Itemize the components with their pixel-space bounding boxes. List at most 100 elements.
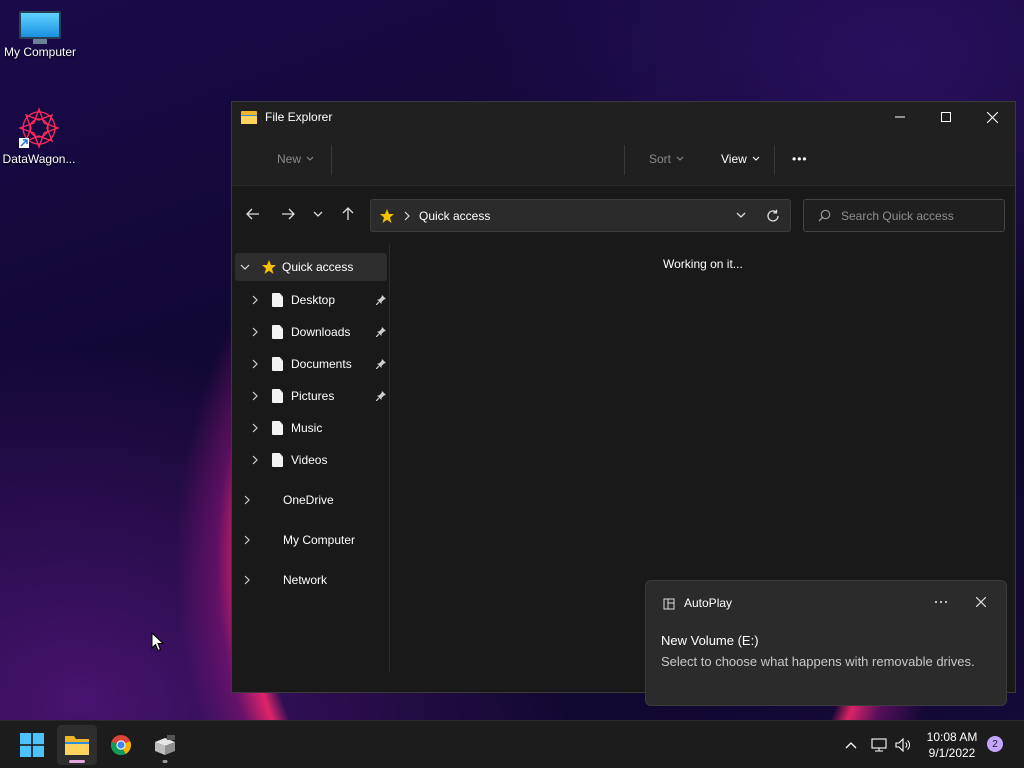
nav-item-label: Quick access (282, 260, 354, 274)
arrow-right-icon (282, 208, 295, 220)
start-button[interactable] (12, 725, 52, 765)
notification-heading: New Volume (E:) (661, 633, 759, 648)
notification-options-button[interactable] (930, 593, 952, 611)
volume-button[interactable] (892, 733, 914, 757)
arrow-up-icon (342, 207, 354, 220)
recent-locations-button[interactable] (304, 201, 332, 227)
active-indicator (69, 760, 85, 763)
nav-item-onedrive[interactable]: OneDrive (232, 486, 390, 514)
back-button[interactable] (239, 201, 267, 227)
toolbar-divider (774, 145, 775, 175)
mandala-shortcut-icon (18, 107, 60, 149)
pin-icon (376, 295, 386, 305)
nav-item-my-computer[interactable]: My Computer (232, 526, 390, 554)
search-box[interactable] (803, 199, 1005, 232)
clock-time: 10:08 AM (926, 730, 978, 744)
chevron-down-icon[interactable] (238, 264, 252, 271)
close-button[interactable] (969, 102, 1015, 132)
chevron-down-icon (676, 156, 684, 161)
search-input[interactable] (841, 208, 991, 223)
address-history-button[interactable] (729, 200, 753, 231)
network-status-button[interactable] (868, 733, 890, 757)
chevron-right-icon[interactable] (248, 391, 262, 401)
forward-button[interactable] (274, 201, 302, 227)
title-bar[interactable]: File Explorer (232, 102, 1015, 132)
chevron-right-icon[interactable] (248, 423, 262, 433)
more-options-icon: ••• (792, 152, 808, 166)
autoplay-notification[interactable]: AutoPlay New Volume (E:) Select to choos… (645, 580, 1007, 706)
nav-item-label: OneDrive (283, 493, 334, 507)
folder-icon (65, 736, 89, 755)
more-options-icon (934, 600, 948, 604)
address-bar[interactable]: Quick access (370, 199, 791, 232)
nav-item-label: Music (291, 421, 323, 435)
chevron-up-icon (845, 742, 857, 749)
maximize-button[interactable] (923, 102, 969, 132)
nav-item-downloads[interactable]: Downloads (232, 318, 390, 346)
nav-item-videos[interactable]: Videos (232, 446, 390, 474)
sort-button[interactable]: Sort (649, 132, 684, 186)
maximize-icon (941, 112, 951, 122)
new-button[interactable]: New (277, 132, 314, 186)
close-icon (986, 111, 998, 123)
chevron-right-icon[interactable] (248, 295, 262, 305)
nav-item-label: My Computer (283, 533, 356, 547)
up-button[interactable] (334, 201, 362, 227)
chrome-icon (110, 735, 131, 756)
view-button[interactable]: View (721, 132, 760, 186)
file-icon (272, 325, 283, 339)
search-icon (818, 209, 831, 222)
star-icon (262, 260, 276, 274)
chevron-down-icon (306, 156, 314, 161)
window-title: File Explorer (265, 110, 333, 124)
taskbar-file-explorer[interactable] (57, 725, 97, 765)
nav-item-quick-access[interactable]: Quick access (235, 253, 387, 281)
file-icon (272, 293, 283, 307)
nav-item-network[interactable]: Network (232, 566, 390, 594)
nav-item-pictures[interactable]: Pictures (232, 382, 390, 410)
nav-item-documents[interactable]: Documents (232, 350, 390, 378)
taskbar-chrome[interactable] (101, 725, 141, 765)
notification-body: Select to choose what happens with remov… (661, 654, 975, 669)
chevron-right-icon (404, 211, 410, 220)
file-icon (272, 453, 283, 467)
notification-count-badge[interactable]: 2 (987, 736, 1003, 752)
pin-icon (376, 327, 386, 337)
refresh-button[interactable] (760, 200, 786, 231)
installer-box-icon (155, 735, 175, 755)
minimize-button[interactable] (877, 102, 923, 132)
minimize-icon (895, 116, 905, 118)
notification-app-name: AutoPlay (684, 596, 733, 610)
chevron-right-icon[interactable] (240, 575, 254, 585)
pin-icon (376, 391, 386, 401)
taskbar-setup-app[interactable] (145, 725, 185, 765)
new-label: New (277, 152, 302, 166)
desktop-icon-label: DataWagon... (2, 152, 76, 166)
chevron-right-icon[interactable] (240, 535, 254, 545)
desktop-icon-my-computer[interactable]: My Computer (0, 11, 80, 59)
refresh-icon (767, 209, 779, 222)
file-icon (272, 389, 283, 403)
file-icon (272, 421, 283, 435)
chevron-down-icon (752, 156, 760, 161)
command-bar: New Sort View ••• (232, 132, 1015, 186)
chevron-right-icon[interactable] (240, 495, 254, 505)
more-options-button[interactable]: ••• (792, 132, 808, 186)
show-hidden-icons-button[interactable] (840, 733, 862, 757)
nav-item-desktop[interactable]: Desktop (232, 286, 390, 314)
nav-item-label: Desktop (291, 293, 336, 307)
address-row: Quick access (232, 186, 1015, 242)
notification-close-button[interactable] (971, 592, 991, 612)
desktop-icon-datawagon[interactable]: DataWagon... (0, 106, 79, 166)
speaker-icon (895, 738, 910, 752)
sort-label: Sort (649, 152, 672, 166)
chevron-right-icon[interactable] (248, 359, 262, 369)
nav-item-label: Pictures (291, 389, 335, 403)
nav-item-music[interactable]: Music (232, 414, 390, 442)
chevron-right-icon[interactable] (248, 455, 262, 465)
file-icon (272, 357, 283, 371)
nav-item-label: Downloads (291, 325, 351, 339)
taskbar-clock[interactable]: 10:08 AM 9/1/2022 (920, 729, 984, 761)
running-indicator (162, 760, 168, 763)
chevron-right-icon[interactable] (248, 327, 262, 337)
